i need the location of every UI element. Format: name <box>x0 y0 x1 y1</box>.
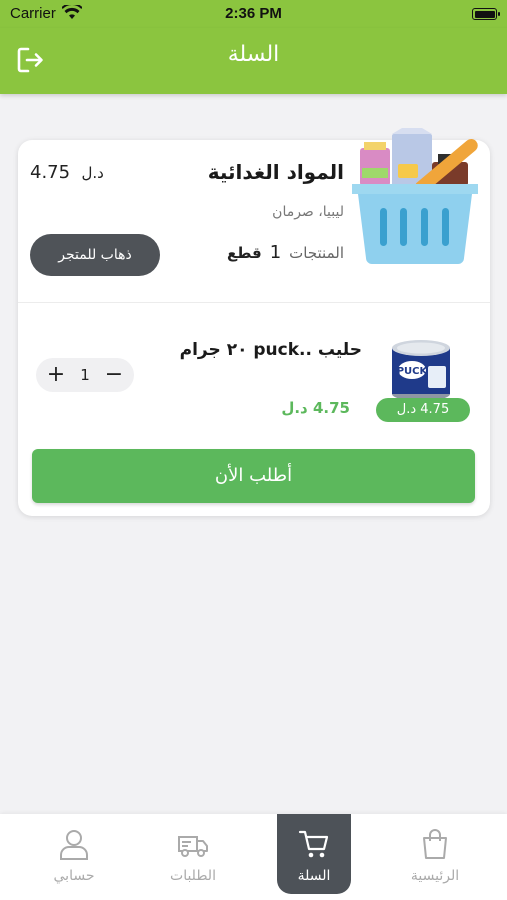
store-name: المواد الغدائية <box>207 160 344 184</box>
svg-text:PUCK: PUCK <box>397 366 429 377</box>
shopping-bag-icon <box>419 828 451 860</box>
product-price-badge: 4.75 د.ل <box>376 398 470 422</box>
tab-orders[interactable]: الطلبات <box>156 814 230 894</box>
cart-store-card: المواد الغدائية ليبيا، صرمان المنتجات 1 … <box>18 122 490 516</box>
store-total-currency: د.ل <box>81 164 104 182</box>
delivery-truck-icon <box>177 828 209 860</box>
products-summary: المنتجات 1 قطع <box>227 242 344 263</box>
product-price: 4.75 د.ل <box>281 399 350 417</box>
product-name: حليب ..puck ٢٠ جرام <box>179 340 362 360</box>
quantity-value: 1 <box>80 366 90 384</box>
store-total-value: 4.75 <box>30 162 71 183</box>
tab-account[interactable]: حسابي <box>37 814 111 894</box>
tab-home[interactable]: الرئيسية <box>398 814 472 894</box>
products-unit: قطع <box>227 244 262 262</box>
products-count: 1 <box>269 242 282 263</box>
store-location: ليبيا، صرمان <box>272 204 344 220</box>
cart-icon <box>298 828 330 860</box>
tab-label: الرئيسية <box>410 868 460 884</box>
divider <box>18 302 490 303</box>
increase-quantity-button[interactable]: + <box>46 358 66 392</box>
decrease-quantity-button[interactable]: − <box>104 358 124 392</box>
battery-icon <box>472 8 500 20</box>
nav-bar: السلة <box>0 28 507 94</box>
tab-label: السلة <box>297 868 331 884</box>
products-label: المنتجات <box>289 244 344 262</box>
tab-bar: حسابي الطلبات السلة الرئيسية <box>0 814 507 900</box>
status-bar: Carrier 2:36 PM <box>0 0 507 28</box>
status-time: 2:36 PM <box>225 5 282 22</box>
tab-cart[interactable]: السلة <box>277 814 351 894</box>
store-total: 4.75 د.ل <box>30 162 104 183</box>
tab-label: حسابي <box>53 868 95 884</box>
order-now-button[interactable]: أطلب الأن <box>32 449 475 503</box>
grocery-basket-icon <box>352 122 478 268</box>
quantity-stepper: + 1 − <box>36 358 134 392</box>
page-title: السلة <box>227 42 280 67</box>
goto-store-button[interactable]: ذهاب للمتجر <box>30 234 160 276</box>
tab-label: الطلبات <box>170 868 216 884</box>
milk-can-icon: PUCK <box>388 336 454 402</box>
user-icon <box>58 828 90 860</box>
